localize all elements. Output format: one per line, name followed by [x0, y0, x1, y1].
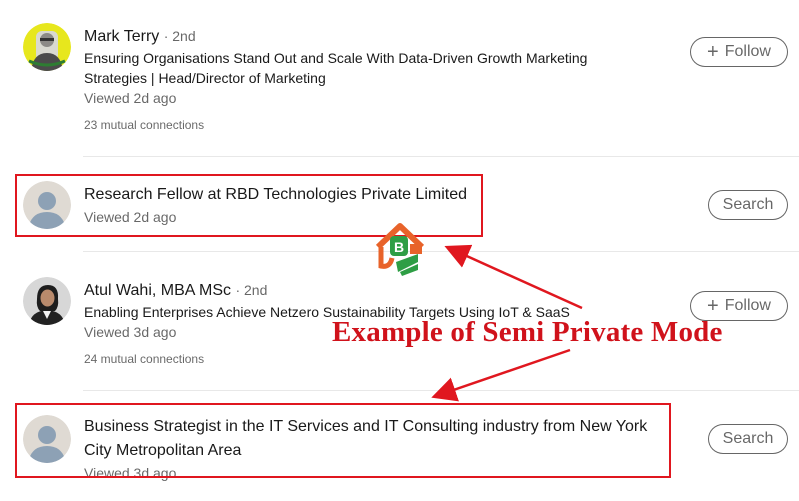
plus-icon: + [707, 295, 719, 317]
profile-name-line: Mark Terry · 2nd [84, 28, 196, 46]
search-button[interactable]: Search [708, 190, 788, 220]
follow-button-label: Follow [724, 43, 771, 60]
highlight-box [15, 403, 671, 478]
highlight-box [15, 174, 483, 237]
avatar-mark-terry[interactable] [23, 23, 71, 71]
follow-button-label: Follow [724, 297, 771, 314]
mutual-connections[interactable]: 23 mutual connections [84, 118, 204, 132]
search-button-label: Search [722, 196, 774, 213]
plus-icon: + [707, 41, 719, 63]
search-button-label: Search [722, 430, 774, 447]
divider [83, 251, 799, 252]
profile-name[interactable]: Mark Terry [84, 28, 159, 45]
viewed-time: Viewed 3d ago [84, 324, 177, 340]
search-button[interactable]: Search [708, 424, 788, 454]
viewed-time: Viewed 2d ago [84, 90, 177, 106]
avatar-atul-wahi[interactable] [23, 277, 71, 325]
connection-degree: · 2nd [235, 282, 268, 298]
profile-name[interactable]: Atul Wahi, MBA MSc [84, 282, 231, 299]
profile-name-line: Atul Wahi, MBA MSc · 2nd [84, 282, 267, 300]
divider [83, 156, 799, 157]
connection-degree: · 2nd [163, 28, 196, 44]
svg-text:B: B [394, 239, 404, 255]
annotation-text: Example of Semi Private Mode [332, 316, 723, 348]
profile-headline: Ensuring Organisations Stand Out and Sca… [84, 50, 588, 86]
mutual-connections[interactable]: 24 mutual connections [84, 352, 204, 366]
divider [83, 390, 799, 391]
follow-button[interactable]: + Follow [690, 37, 788, 67]
